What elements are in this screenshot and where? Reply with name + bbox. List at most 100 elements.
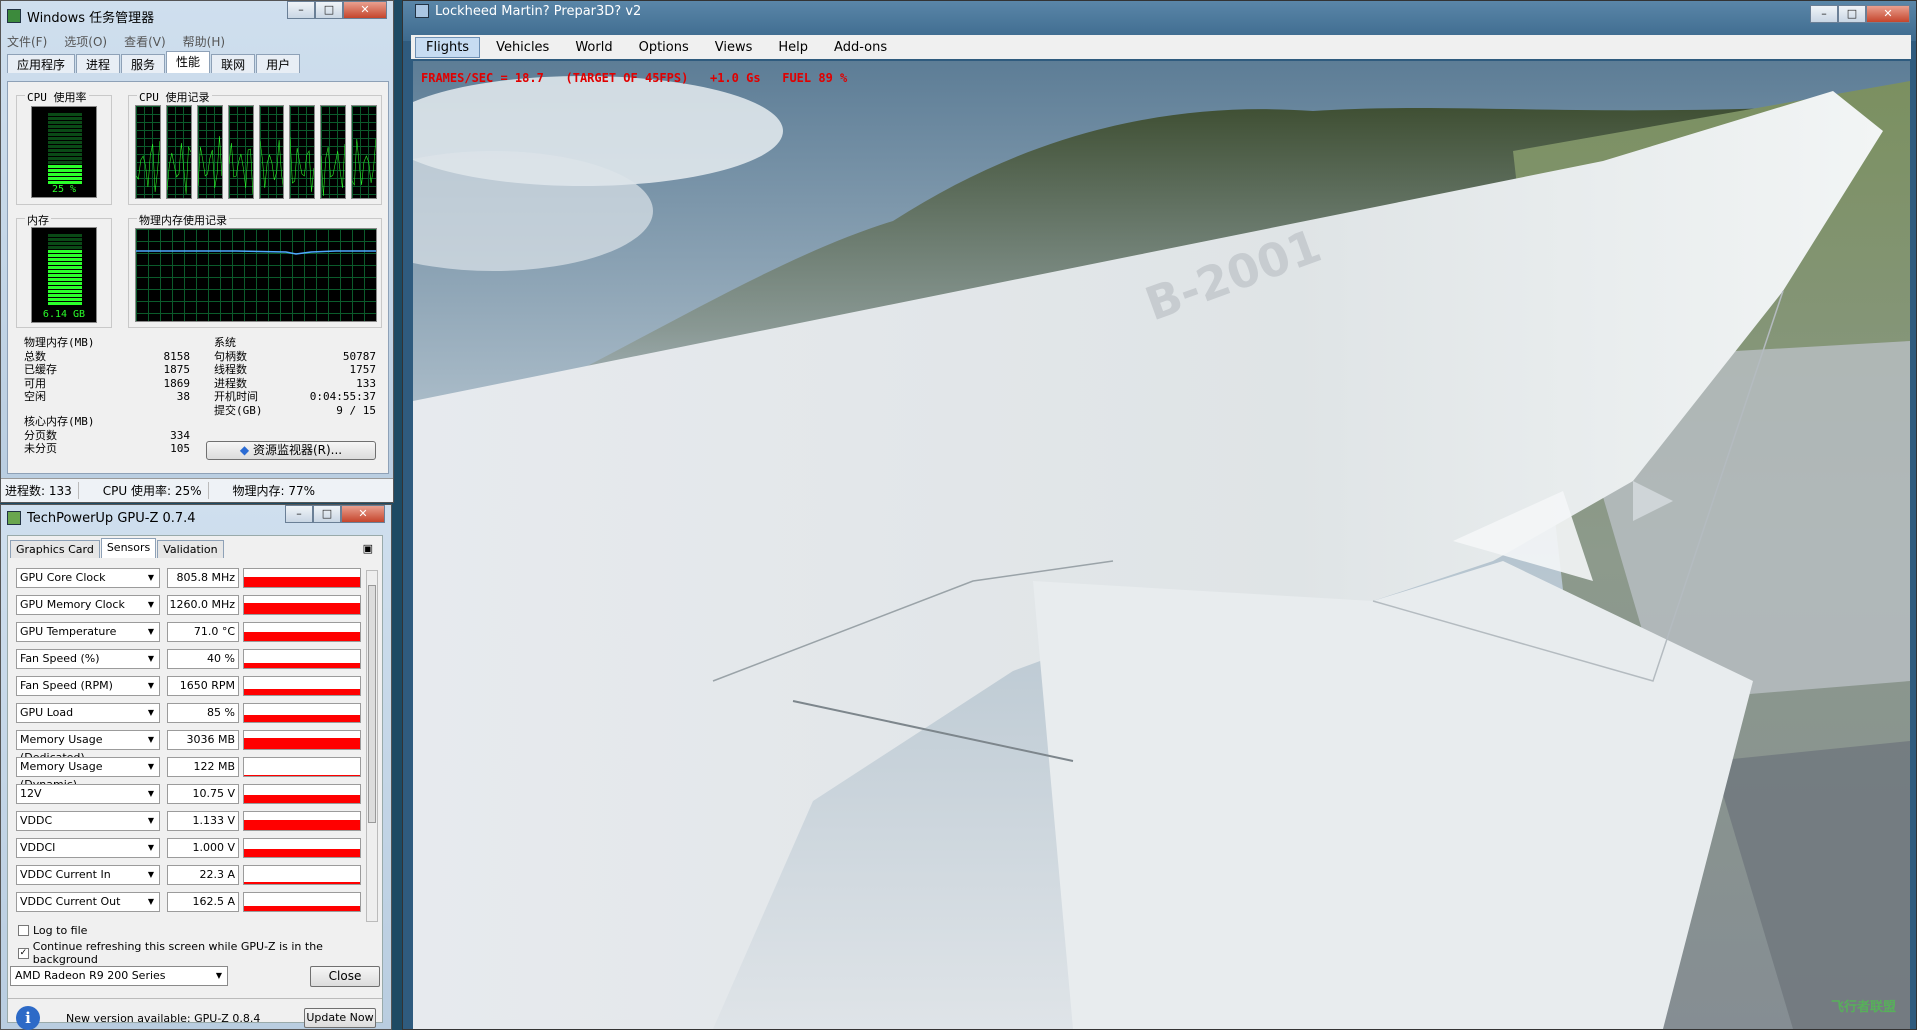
status-memory: 物理内存: 77% [232,484,316,498]
gpuz-close-x-button[interactable]: ✕ [341,505,385,523]
meter-segment [48,258,82,261]
system-value: 0:04:55:37 [309,390,376,403]
sensor-name-dropdown[interactable]: VDDC Current Out ▼ [16,892,160,912]
sensor-name-dropdown[interactable]: Memory Usage (Dynamic)▼ [16,757,160,791]
resource-monitor-button[interactable]: ◆ 资源监视器(R)... [206,441,376,460]
sensor-graph [243,892,361,912]
sensor-name-dropdown[interactable]: GPU Load ▼ [16,703,160,723]
sensor-graph [243,811,361,831]
sensor-name-dropdown[interactable]: Fan Speed (RPM) ▼ [16,676,160,696]
gpu-select[interactable]: AMD Radeon R9 200 Series ▼ [10,966,228,986]
sensor-name-dropdown[interactable]: 12V ▼ [16,784,160,804]
sensor-name: Fan Speed (%) [20,652,100,665]
menu-help[interactable]: 帮助(H) [183,33,225,50]
tab-sensors[interactable]: Sensors [100,538,157,558]
physical-memory-title: 物理内存(MB) [24,336,95,349]
minimize-button[interactable]: – [287,1,315,19]
p3d-close-button[interactable]: ✕ [1866,5,1910,23]
sensor-name: GPU Load [20,706,74,719]
meter-segment [48,286,82,289]
sensor-name-dropdown[interactable]: GPU Core Clock ▼ [16,568,160,588]
sensor-name-dropdown[interactable]: Fan Speed (%) ▼ [16,649,160,669]
update-now-button[interactable]: Update Now [304,1008,376,1028]
menu-views[interactable]: Views [705,38,763,57]
sensor-name-dropdown[interactable]: GPU Memory Clock ▼ [16,595,160,615]
task-manager-titlebar[interactable]: Windows 任务管理器 – □ ✕ [1,1,393,31]
sensor-scrollbar[interactable] [366,570,378,922]
system-stats: 系统 句柄数 50787 线程数 1757 进程数 133 开机时间 0:04:55:37 提交… [214,336,376,417]
physical-memory-label: 可用 [24,376,46,390]
tab-graphics-card[interactable]: Graphics Card [10,540,100,558]
sensor-value: 1650 RPM [167,676,239,696]
gpu-select-value: AMD Radeon R9 200 Series [15,969,166,982]
kernel-memory-label: 未分页 [24,442,57,455]
maximize-button[interactable]: □ [315,1,343,19]
prepar3d-menubar: Flights Vehicles World Options Views Hel… [411,35,1911,59]
tab-services[interactable]: 服务 [121,54,166,73]
sensor-value: 10.75 V [167,784,239,804]
tab-users[interactable]: 用户 [256,54,301,73]
sensor-value: 22.3 A [167,865,239,885]
gpuz-title: TechPowerUp GPU-Z 0.7.4 [27,510,196,526]
status-cpu: CPU 使用率: 25% [99,482,209,499]
menu-options[interactable]: 选项(O) [64,33,107,50]
kernel-memory-value: 105 [170,442,190,455]
sensor-graph-fill [244,603,360,614]
sensor-name-dropdown[interactable]: VDDCI ▼ [16,838,160,858]
sensor-name-dropdown[interactable]: GPU Temperature ▼ [16,622,160,642]
menu-file[interactable]: 文件(F) [7,33,47,50]
tab-processes[interactable]: 进程 [76,54,121,73]
gpuz-minimize-button[interactable]: – [285,505,313,523]
sensor-graph [243,649,361,669]
system-value: 133 [356,376,376,390]
menu-vehicles[interactable]: Vehicles [486,38,559,57]
system-label: 提交(GB) [214,403,263,417]
memory-group: 内存 6.14 GB [16,212,112,328]
sensor-row: 12V ▼ 10.75 V [16,784,361,804]
chevron-down-icon: ▼ [147,843,154,852]
stat-row: 提交(GB) 9 / 15 [214,404,376,418]
tab-performance[interactable]: 性能 [166,51,211,73]
meter-segment [48,242,82,245]
memory-history-graph [135,228,377,322]
menu-add-ons[interactable]: Add-ons [824,38,897,57]
sensor-graph-fill [244,794,360,803]
sensor-name-dropdown[interactable]: VDDC Current In ▼ [16,865,160,885]
chevron-down-icon: ▼ [147,735,154,744]
log-to-file-checkbox[interactable]: Log to file [18,924,87,937]
camera-icon[interactable]: ▣ [358,540,378,558]
tab-networking[interactable]: 联网 [211,54,256,73]
sensor-value: 3036 MB [167,730,239,750]
meter-segment [48,157,82,160]
menu-help-p3d[interactable]: Help [768,38,818,57]
close-button[interactable]: ✕ [343,1,387,19]
menu-world[interactable]: World [565,38,622,57]
stat-row: 句柄数 50787 [214,350,376,364]
meter-segment [48,278,82,281]
continue-refresh-checkbox[interactable]: ✓ Continue refreshing this screen while … [18,940,382,966]
stat-row: 总数 8158 [24,350,190,364]
p3d-maximize-button[interactable]: □ [1838,5,1866,23]
sensor-name-dropdown[interactable]: Memory Usage (Dedicated)▼ [16,730,160,764]
task-manager-window: Windows 任务管理器 – □ ✕ 文件(F) 选项(O) 查看(V) 帮助… [0,0,394,503]
menu-options[interactable]: Options [629,38,699,57]
sensor-graph [243,865,361,885]
scrollbar-thumb[interactable] [368,585,376,823]
continue-refresh-box[interactable]: ✓ [18,947,29,959]
gpuz-maximize-button[interactable]: □ [313,505,341,523]
sensor-name-dropdown[interactable]: VDDC ▼ [16,811,160,831]
flight-scene-viewport[interactable]: B-2001 FRAMES/SEC = 18.7 (TARGET OF 45FP… [413,61,1910,1029]
menu-view[interactable]: 查看(V) [124,33,166,50]
gpuz-close-button[interactable]: Close [310,966,380,987]
shield-icon: ◆ [239,443,250,457]
log-to-file-box[interactable] [18,925,29,936]
sensor-graph-fill [244,662,360,668]
meter-segment [48,282,82,285]
tab-validation[interactable]: Validation [157,540,224,558]
tab-applications[interactable]: 应用程序 [7,54,76,73]
p3d-minimize-button[interactable]: – [1810,5,1838,23]
gpuz-titlebar[interactable]: TechPowerUp GPU-Z 0.7.4 – □ ✕ [1,505,391,531]
meter-segment [48,266,82,269]
sensor-row: Fan Speed (%) ▼ 40 % [16,649,361,669]
menu-flights[interactable]: Flights [415,36,481,58]
